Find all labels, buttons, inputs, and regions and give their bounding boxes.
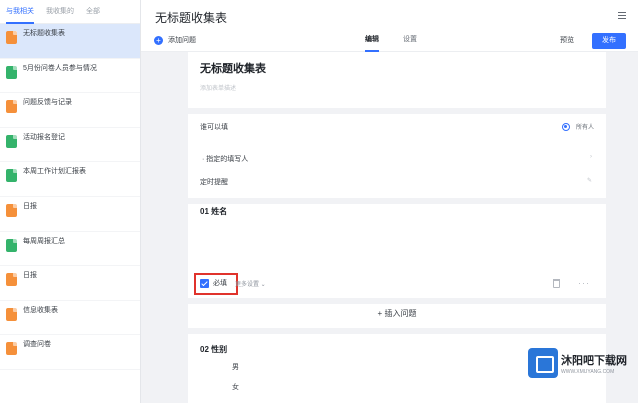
- doc-text: 每周周报汇总: [23, 237, 134, 266]
- doc-icon: [6, 273, 17, 287]
- doc-icon: [6, 100, 17, 114]
- doc-text: 问题反馈与记录: [23, 98, 134, 127]
- watermark-name: 沐阳吧下载网: [561, 354, 627, 367]
- assigned-fillers-label: · 指定的填写人: [202, 156, 249, 163]
- doc-title: 本周工作计划汇报表: [23, 168, 86, 176]
- more-settings-dropdown[interactable]: 更多设置 ⌄: [235, 279, 266, 288]
- question-1-title[interactable]: 01 姓名: [200, 206, 227, 217]
- doc-icon: [6, 169, 17, 183]
- tab-settings[interactable]: 设置: [403, 30, 417, 52]
- doc-text: 日报: [23, 271, 134, 300]
- watermark-logo-icon: [528, 348, 558, 378]
- who-can-fill-label: 谁可以填: [200, 124, 228, 131]
- sidebar-doc-item[interactable]: 每周周报汇总: [0, 232, 140, 267]
- assigned-fillers-row[interactable]: · 指定的填写人 ›: [202, 154, 594, 164]
- doc-title: 问题反馈与记录: [23, 99, 72, 107]
- doc-text: 信息收集表: [23, 306, 134, 335]
- doc-title: 无标题收集表: [23, 30, 65, 37]
- top-bar: 无标题收集表: [141, 0, 638, 30]
- doc-icon: [6, 134, 17, 148]
- plus-icon: +: [377, 309, 383, 318]
- sidebar-doc-item[interactable]: 活动报名登记: [0, 128, 140, 163]
- sidebar-doc-item[interactable]: 问题反馈与记录: [0, 93, 140, 128]
- doc-icon: [6, 307, 17, 321]
- divider: [188, 198, 606, 204]
- tab-all[interactable]: 全部: [86, 0, 100, 24]
- sidebar-doc-item[interactable]: 日报: [0, 266, 140, 301]
- preview-button[interactable]: 预览: [560, 34, 574, 48]
- insert-question-button[interactable]: + 插入问题: [188, 308, 606, 319]
- doc-icon: [6, 238, 17, 252]
- who-can-fill-row: 谁可以填 所有人: [200, 122, 594, 135]
- doc-text: 5月份问卷人员参与情况: [23, 64, 134, 93]
- option-female[interactable]: 女: [232, 382, 239, 392]
- watermark: 沐阳吧下载网 WWW.XMUYANG.COM: [528, 348, 627, 378]
- trash-icon[interactable]: [553, 279, 560, 288]
- radio-selected-icon[interactable]: [561, 122, 570, 131]
- doc-title: 日报: [23, 202, 37, 210]
- sidebar-doc-item[interactable]: 5月份问卷人员参与情况: [0, 59, 140, 94]
- watermark-url: WWW.XMUYANG.COM: [561, 368, 615, 375]
- sidebar-doc-item[interactable]: 调查问卷: [0, 335, 140, 370]
- insert-question-label: 插入问题: [384, 309, 417, 318]
- doc-icon: [6, 203, 17, 217]
- tab-edit[interactable]: 编辑: [365, 30, 379, 52]
- doc-title: 日报: [23, 272, 37, 280]
- doc-icon: [6, 31, 17, 44]
- form-description[interactable]: 添加表单描述: [200, 83, 236, 92]
- divider: [188, 328, 606, 334]
- chevron-right-icon: ›: [590, 154, 592, 160]
- sidebar-list: 无标题收集表 5月份问卷人员参与情况 问题反馈与记录 活动报名登记本周工作计划汇报表日…: [0, 24, 140, 370]
- add-question-button[interactable]: + 添加问题: [154, 35, 196, 45]
- doc-title: 5月份问卷人员参与情况: [23, 64, 97, 72]
- add-question-label: 添加问题: [168, 37, 196, 44]
- sidebar-tabs: 与我相关 我收集的 全部: [0, 0, 140, 24]
- fill-mode-label: 所有人: [575, 125, 594, 131]
- doc-title: 调查问卷: [23, 341, 51, 349]
- doc-text: 无标题收集表: [23, 29, 134, 58]
- doc-title: 活动报名登记: [23, 133, 65, 141]
- option-male[interactable]: 男: [232, 362, 239, 372]
- publish-button[interactable]: 发布: [592, 33, 626, 49]
- divider: [188, 108, 606, 114]
- plus-icon: +: [154, 35, 163, 45]
- sidebar-doc-item[interactable]: 日报: [0, 197, 140, 232]
- sidebar-doc-item[interactable]: 无标题收集表: [0, 24, 140, 59]
- sidebar-doc-item[interactable]: 本周工作计划汇报表: [0, 162, 140, 197]
- page-title: 无标题收集表: [155, 11, 228, 25]
- tab-my-collections[interactable]: 我收集的: [46, 0, 74, 24]
- doc-icon: [6, 342, 17, 356]
- doc-text: 本周工作计划汇报表: [23, 167, 134, 196]
- timed-reminder-label: 定时提醒: [200, 179, 228, 186]
- doc-text: 活动报名登记: [23, 133, 134, 162]
- editor-toolbar: + 添加问题 编辑 设置 预览 发布: [141, 30, 638, 52]
- doc-text: 调查问卷: [23, 340, 134, 369]
- divider: [188, 298, 606, 304]
- doc-icon: [6, 65, 17, 79]
- more-options-icon[interactable]: ···: [578, 278, 590, 288]
- edit-icon: ✎: [586, 178, 592, 184]
- form-title[interactable]: 无标题收集表: [200, 60, 266, 76]
- required-toggle[interactable]: 必填 更多设置 ⌄: [200, 278, 266, 288]
- required-label: 必填: [213, 280, 227, 287]
- doc-title: 每周周报汇总: [23, 237, 65, 245]
- tab-related-to-me[interactable]: 与我相关: [6, 0, 34, 24]
- fill-mode-selector[interactable]: 所有人: [561, 122, 594, 131]
- sidebar-doc-item[interactable]: 信息收集表: [0, 301, 140, 336]
- question-2-title[interactable]: 02 性别: [200, 344, 227, 355]
- sidebar: 与我相关 我收集的 全部 无标题收集表 5月份问卷人员参与情况 问题反馈与记录 活动报…: [0, 0, 141, 403]
- doc-text: 日报: [23, 202, 134, 231]
- doc-title: 信息收集表: [23, 306, 58, 314]
- menu-icon[interactable]: [618, 12, 626, 19]
- timed-reminder-row[interactable]: 定时提醒 ✎: [200, 177, 594, 187]
- required-checkbox[interactable]: [200, 278, 209, 288]
- more-settings-label: 更多设置: [235, 281, 260, 288]
